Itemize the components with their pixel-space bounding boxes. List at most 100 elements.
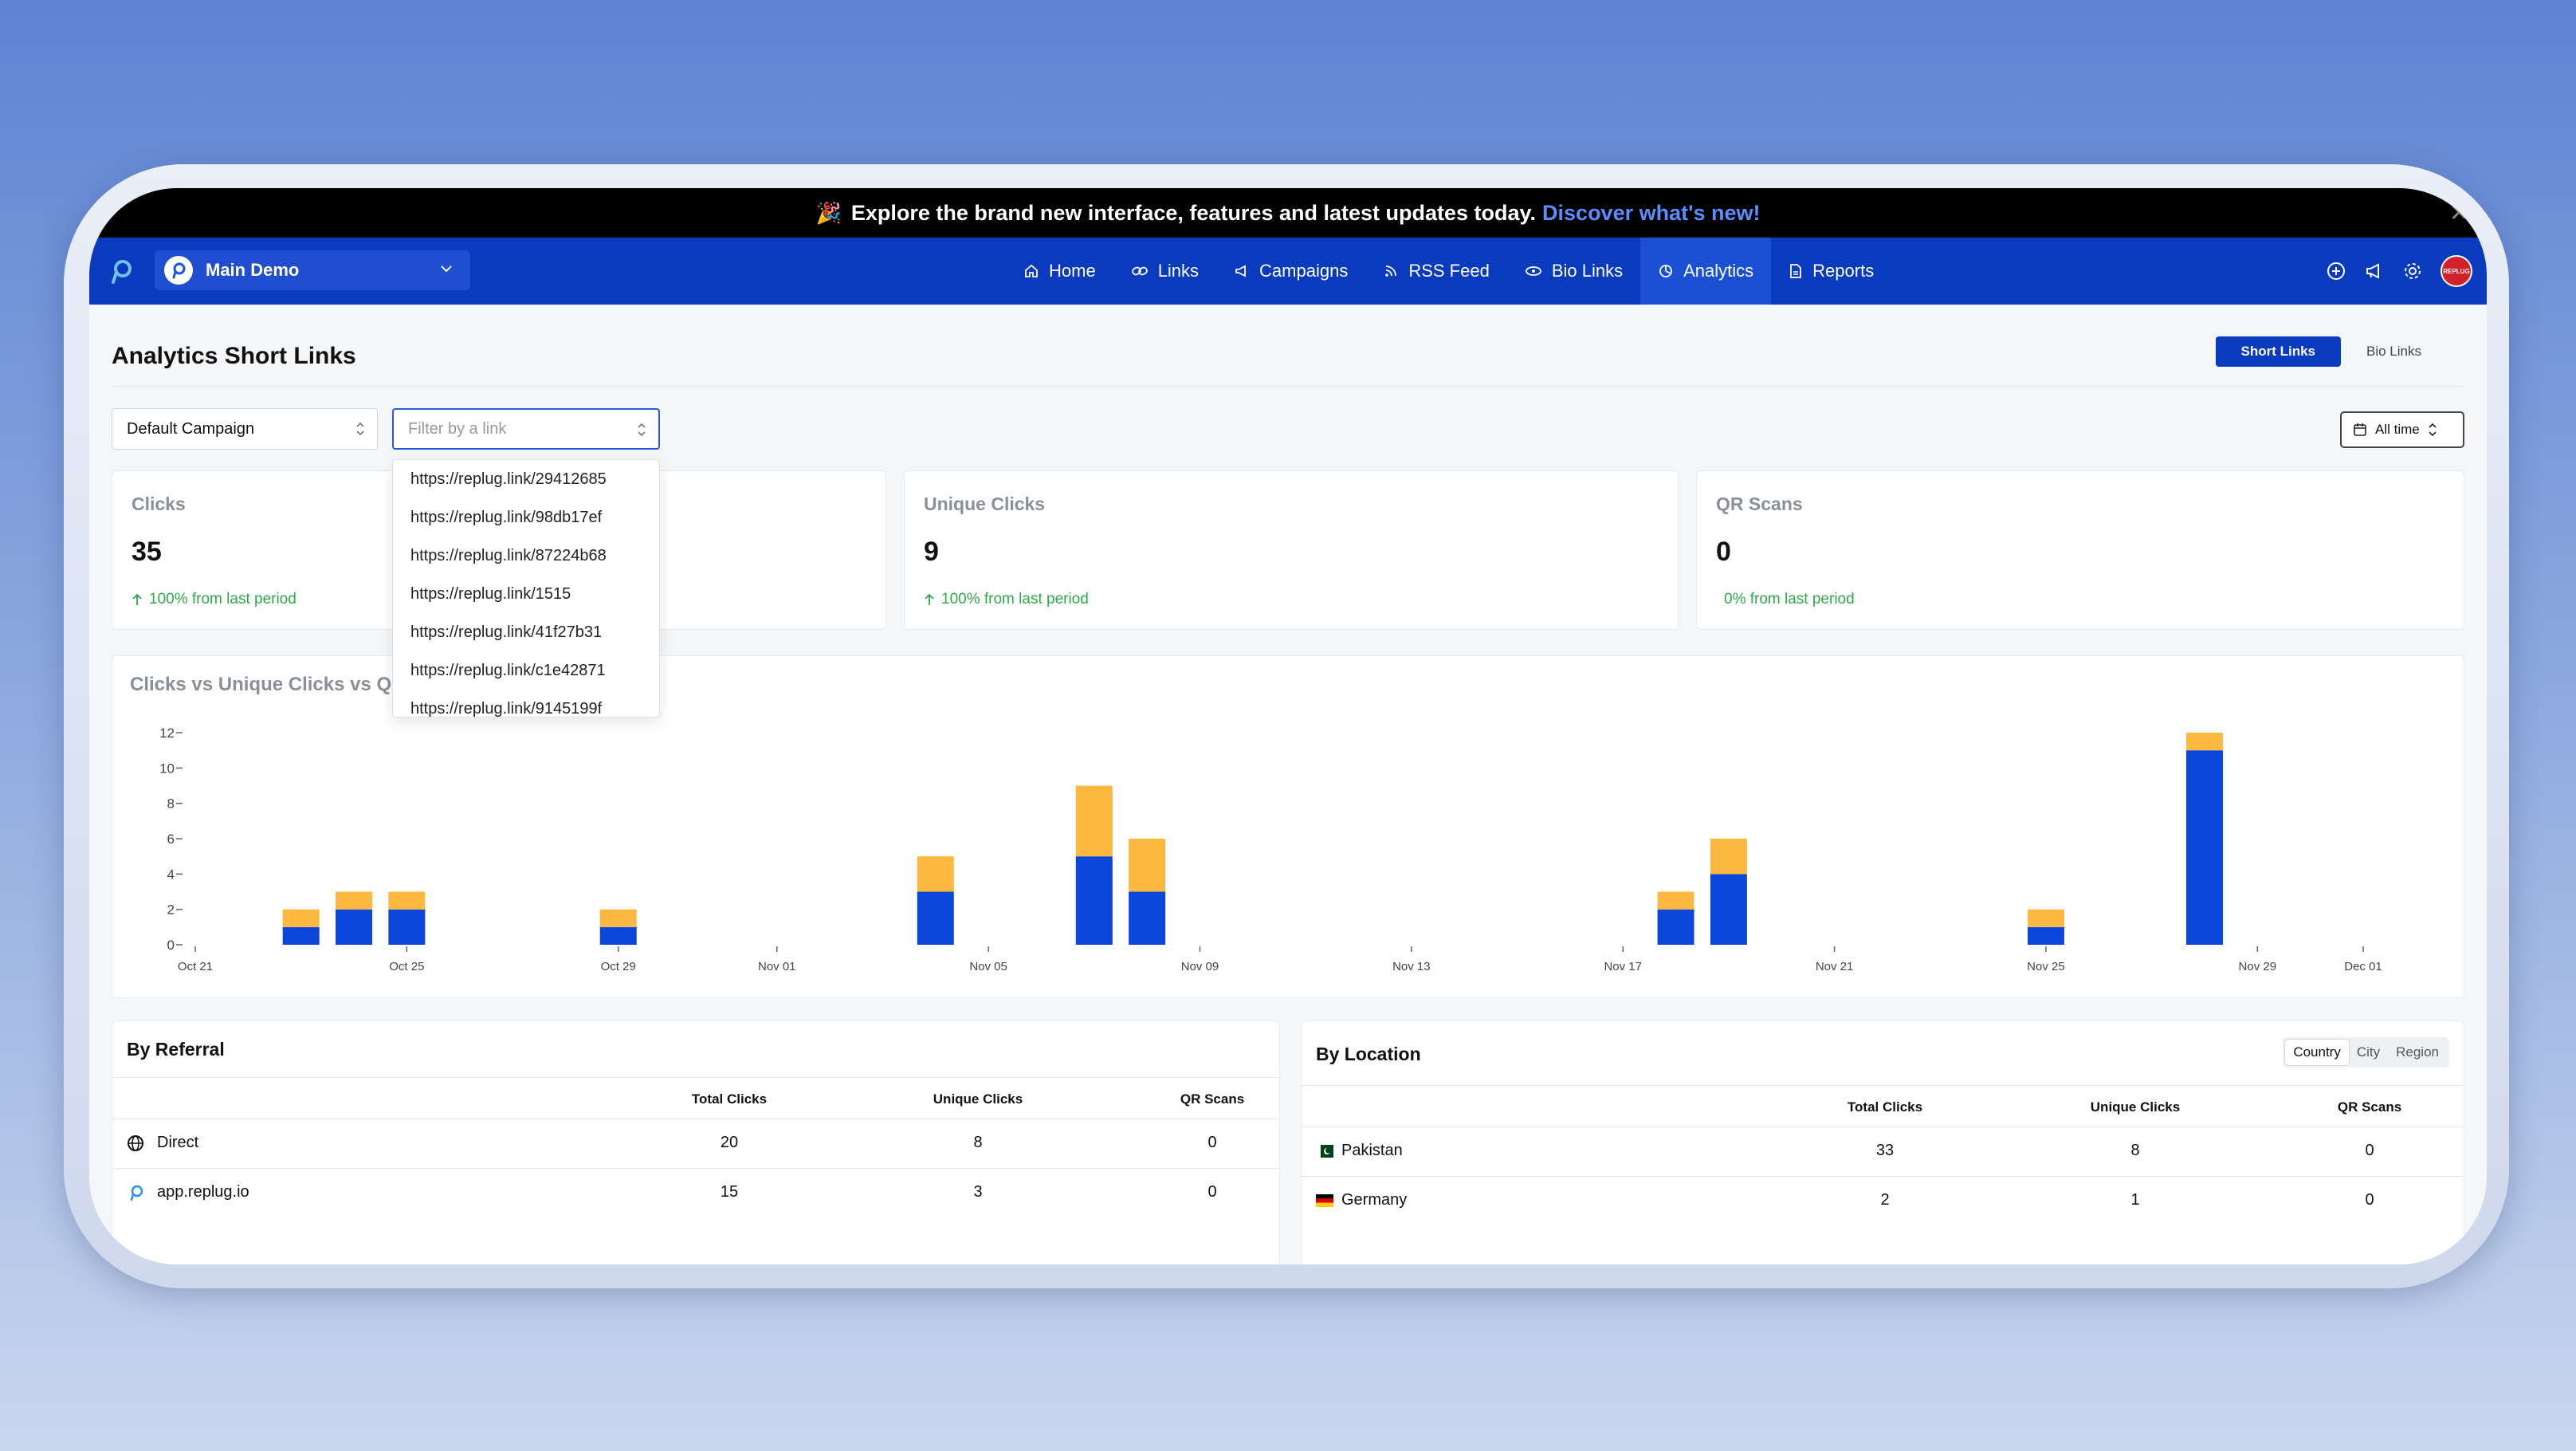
country-name: Pakistan <box>1341 1142 1403 1159</box>
stat-value: 35 <box>132 537 162 567</box>
party-popper-icon: 🎉 <box>815 200 842 225</box>
nav-item-links[interactable]: Links <box>1113 238 1216 305</box>
y-tick-label: 6 <box>167 832 175 847</box>
nav-item-analytics[interactable]: Analytics <box>1640 238 1772 305</box>
cell-qr: 0 <box>2365 1191 2374 1209</box>
globe-icon <box>128 1135 143 1151</box>
tab-short-links[interactable]: Short Links <box>2215 336 2342 367</box>
nav-item-label: RSS Feed <box>1408 261 1490 281</box>
nav-item-label: Analytics <box>1683 261 1754 281</box>
bar-unique-clicks <box>1129 891 1166 945</box>
avatar-text: REPLUG <box>2443 267 2470 275</box>
stat-delta-text: 100% from last period <box>149 591 296 608</box>
top-navbar: Main Demo Home Links Campaigns RSS Feed <box>89 238 2487 305</box>
bio-link-icon <box>1525 266 1541 276</box>
link-filter-placeholder: Filter by a link <box>408 419 507 438</box>
replug-logo-icon[interactable] <box>107 257 135 285</box>
dropdown-option[interactable]: https://replug.link/9145199f <box>393 690 659 718</box>
y-tick-label: 2 <box>167 902 175 918</box>
cell-unique: 3 <box>973 1183 983 1201</box>
stat-delta-text: 100% from last period <box>941 591 1089 608</box>
nav-item-label: Reports <box>1812 261 1875 281</box>
bar-clicks <box>599 909 637 927</box>
bar-unique-clicks <box>388 909 426 945</box>
x-tick-label: Nov 29 <box>2239 960 2277 973</box>
nav-item-rss-feed[interactable]: RSS Feed <box>1365 238 1507 305</box>
germany-flag-icon <box>1316 1194 1333 1207</box>
dropdown-option[interactable]: https://replug.link/29412685 <box>393 460 659 498</box>
stat-delta: 100% from last period <box>132 591 296 608</box>
link-filter-select[interactable]: Filter by a link <box>392 408 660 450</box>
date-range-value: All time <box>2375 422 2420 437</box>
nav-item-home[interactable]: Home <box>1006 238 1113 305</box>
workspace-selector[interactable]: Main Demo <box>155 250 470 290</box>
campaign-select[interactable]: Default Campaign <box>112 408 378 450</box>
cell-qr: 0 <box>2365 1142 2374 1159</box>
nav-item-bio-links[interactable]: Bio Links <box>1507 238 1640 305</box>
x-tick-label: Nov 17 <box>1604 960 1642 973</box>
add-circle-icon[interactable] <box>2326 261 2346 281</box>
bar-unique-clicks <box>917 891 954 945</box>
cell-total: 33 <box>1875 1142 1895 1159</box>
bar-clicks <box>336 891 373 910</box>
tab-bio-links[interactable]: Bio Links <box>2341 336 2447 367</box>
location-granularity-tabs: Country City Region <box>2283 1037 2449 1068</box>
link-icon <box>1131 266 1148 276</box>
dropdown-option[interactable]: https://replug.link/c1e42871 <box>393 651 659 690</box>
divider <box>1302 1085 2465 1086</box>
tab-region[interactable]: Region <box>2388 1040 2447 1065</box>
announcement-text: Explore the brand new interface, feature… <box>850 200 1537 225</box>
tab-country[interactable]: Country <box>2285 1040 2349 1065</box>
bar-clicks <box>1129 839 1166 892</box>
date-range-select[interactable]: All time <box>2340 411 2464 448</box>
table-row[interactable]: Germany 2 1 0 <box>1302 1177 2465 1225</box>
announcement-icon[interactable] <box>2364 261 2385 281</box>
arrow-up-icon <box>132 593 142 605</box>
location-table-card: By Location Country City Region Total Cl… <box>1301 1020 2465 1264</box>
y-tick-label: 10 <box>159 761 175 776</box>
home-icon <box>1025 264 1038 277</box>
bar-unique-clicks <box>1075 856 1113 945</box>
location-title: By Location <box>1316 1044 1421 1064</box>
arrow-up-icon <box>925 593 934 605</box>
cell-unique: 8 <box>973 1134 983 1151</box>
x-tick-label: Dec 01 <box>2344 960 2382 973</box>
dropdown-option[interactable]: https://replug.link/87224b68 <box>393 537 659 575</box>
dropdown-option[interactable]: https://replug.link/1515 <box>393 575 659 613</box>
x-tick-label: Nov 05 <box>969 960 1007 973</box>
bar-unique-clicks <box>2027 926 2064 945</box>
calendar-icon <box>2354 423 2366 436</box>
cell-unique: 1 <box>2130 1191 2140 1209</box>
table-row[interactable]: Pakistan 33 8 0 <box>1302 1127 2465 1175</box>
chevron-down-icon <box>441 265 452 273</box>
cell-total: 20 <box>720 1134 739 1151</box>
gear-icon[interactable] <box>2402 261 2423 281</box>
country-name: Germany <box>1341 1191 1408 1209</box>
dropdown-option[interactable]: https://replug.link/98db17ef <box>393 498 659 537</box>
whats-new-link[interactable]: Discover what's new! <box>1542 201 1761 226</box>
cell-qr: 0 <box>1208 1183 1217 1201</box>
table-row[interactable]: app.replug.io 15 3 0 <box>112 1169 1281 1217</box>
bar-unique-clicks <box>599 926 637 945</box>
workspace-name: Main Demo <box>206 260 300 280</box>
stat-label: Unique Clicks <box>924 493 1046 514</box>
col-unique-clicks: Unique Clicks <box>2090 1099 2181 1115</box>
nav-item-reports[interactable]: Reports <box>1771 238 1891 305</box>
tab-city[interactable]: City <box>2349 1040 2388 1065</box>
table-row[interactable]: Direct 20 8 0 <box>112 1119 1281 1167</box>
avatar[interactable]: REPLUG <box>2441 255 2472 287</box>
x-tick-label: Nov 21 <box>1816 960 1854 973</box>
referrer-name: app.replug.io <box>157 1183 249 1201</box>
campaign-select-value: Default Campaign <box>127 419 255 438</box>
referral-title: By Referral <box>127 1039 225 1060</box>
nav-item-campaigns[interactable]: Campaigns <box>1216 238 1365 305</box>
page-title: Analytics Short Links <box>112 343 356 369</box>
dropdown-option[interactable]: https://replug.link/41f27b31 <box>393 613 659 651</box>
megaphone-icon <box>1235 265 1246 277</box>
col-total-clicks: Total Clicks <box>1847 1099 1923 1115</box>
stat-delta: 0% from last period <box>1724 591 1855 608</box>
pakistan-flag-icon <box>1316 1145 1333 1158</box>
close-icon[interactable]: ✕ <box>2449 199 2469 227</box>
announcement-bar: 🎉 Explore the brand new interface, featu… <box>89 188 2487 238</box>
sort-updown-icon <box>638 423 646 437</box>
